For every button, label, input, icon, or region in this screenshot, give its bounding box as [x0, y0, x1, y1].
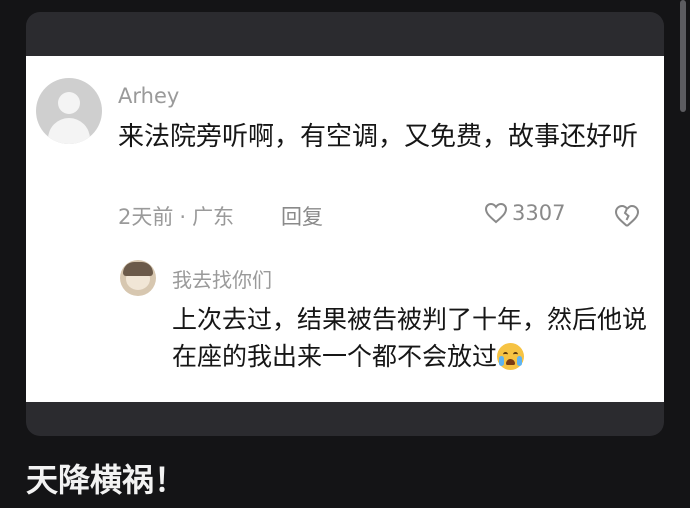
reply-text-block: 上次去过，结果被告被判了十年，然后他说在座的我出来一个都不会放过 [172, 301, 652, 375]
post-card[interactable]: Arhey 来法院旁听啊，有空调，又免费，故事还好听 2天前 · 广东 回复 330… [26, 12, 664, 436]
comment-screenshot: Arhey 来法院旁听啊，有空调，又免费，故事还好听 2天前 · 广东 回复 330… [26, 56, 664, 402]
tear-left-shape [499, 356, 505, 366]
avatar-head-shape [58, 92, 80, 114]
avatar[interactable] [36, 78, 102, 144]
avatar-body-shape [48, 118, 90, 144]
like-button[interactable]: 3307 [484, 201, 565, 225]
post-caption: 天降横祸！ [26, 461, 187, 499]
crying-face-emoji-icon [497, 343, 525, 370]
comment-location: 广东 [192, 205, 235, 229]
reply-username[interactable]: 我去找你们 [172, 264, 272, 293]
broken-heart-icon [614, 204, 640, 227]
comment-time: 2天前 [118, 205, 174, 229]
reply-button[interactable]: 回复 [281, 201, 323, 231]
page-scrollbar[interactable] [680, 0, 686, 112]
comment-meta: 2天前 · 广东 [118, 201, 234, 231]
dislike-button[interactable] [614, 204, 640, 232]
reply-avatar-hair-shape [123, 262, 153, 276]
tear-right-shape [517, 356, 523, 366]
emoji-mouth-shape [506, 359, 516, 365]
reply-text: 上次去过，结果被告被判了十年，然后他说在座的我出来一个都不会放过 [172, 305, 648, 371]
heart-outline-icon [484, 202, 508, 224]
like-count: 3307 [512, 201, 566, 225]
reply-avatar[interactable] [120, 260, 156, 296]
comment-username[interactable]: Arhey [118, 84, 179, 108]
comment-text: 来法院旁听啊，有空调，又免费，故事还好听 [118, 122, 639, 152]
meta-separator: · [179, 205, 187, 229]
